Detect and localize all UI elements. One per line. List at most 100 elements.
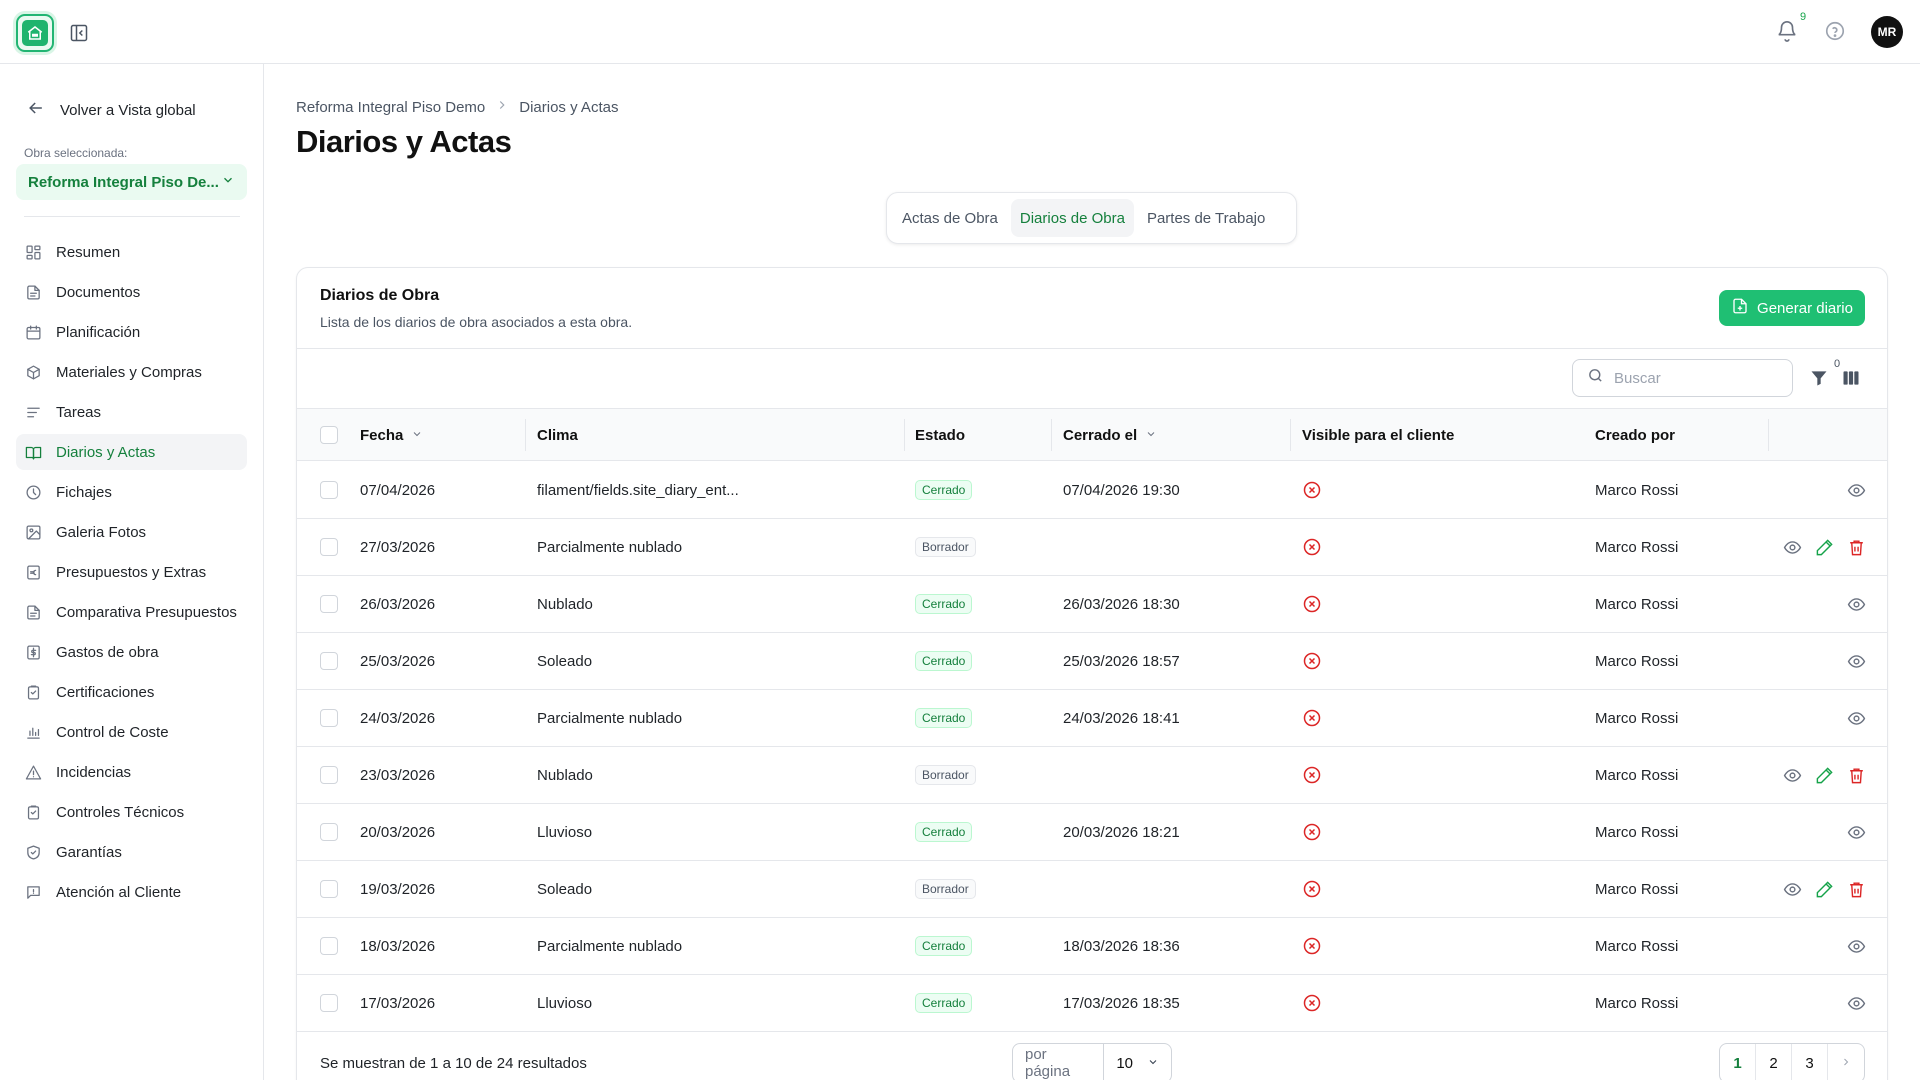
obra-select[interactable]: Reforma Integral Piso De...: [16, 164, 247, 200]
search-input[interactable]: [1614, 369, 1774, 387]
status-badge: Borrador: [915, 879, 976, 899]
sidebar-item-atencion-al-cliente[interactable]: Atención al Cliente: [16, 874, 247, 910]
per-page-select[interactable]: por página 10: [1012, 1043, 1172, 1080]
table-row[interactable]: 25/03/2026 Soleado Cerrado 25/03/2026 18…: [297, 633, 1887, 690]
app-logo[interactable]: [16, 14, 54, 52]
search-field[interactable]: [1572, 359, 1793, 397]
page-1-button[interactable]: 1: [1720, 1044, 1756, 1080]
column-creado-por: Creado por: [1595, 409, 1675, 461]
column-visible-cliente-label: Visible para el cliente: [1302, 426, 1455, 444]
row-checkbox[interactable]: [320, 880, 338, 898]
next-page-button[interactable]: [1828, 1044, 1864, 1080]
row-checkbox[interactable]: [320, 481, 338, 499]
chevron-right-icon: [1840, 1055, 1852, 1072]
trash-icon[interactable]: [1845, 878, 1867, 900]
cell-clima: Soleado: [537, 880, 593, 898]
table-row[interactable]: 07/04/2026 filament/fields.site_diary_en…: [297, 462, 1887, 519]
columns-icon[interactable]: [1841, 368, 1861, 388]
sidebar-item-presupuestos-y-extras[interactable]: Presupuestos y Extras: [16, 554, 247, 590]
cell-estado: Borrador: [915, 747, 976, 803]
table-row[interactable]: 27/03/2026 Parcialmente nublado Borrador…: [297, 519, 1887, 576]
sidebar-item-controles-tecnicos[interactable]: Controles Técnicos: [16, 794, 247, 830]
sidebar-item-documentos[interactable]: Documentos: [16, 274, 247, 310]
filter-icon[interactable]: [1809, 368, 1829, 388]
table-row[interactable]: 18/03/2026 Parcialmente nublado Cerrado …: [297, 918, 1887, 975]
row-select-cell: [320, 918, 338, 974]
eye-icon[interactable]: [1845, 593, 1867, 615]
back-to-global-link[interactable]: Volver a Vista global: [26, 98, 196, 122]
trash-icon[interactable]: [1845, 764, 1867, 786]
table-row[interactable]: 17/03/2026 Lluvioso Cerrado 17/03/2026 1…: [297, 975, 1887, 1032]
avatar[interactable]: MR: [1871, 16, 1903, 48]
tab-partes-de-trabajo[interactable]: Partes de Trabajo: [1138, 199, 1274, 237]
tab-diarios-de-obra[interactable]: Diarios de Obra: [1010, 199, 1134, 237]
eye-icon[interactable]: [1845, 707, 1867, 729]
sidebar-item-garantias[interactable]: Garantías: [16, 834, 247, 870]
search-icon: [1587, 367, 1604, 389]
sidebar-item-label: Documentos: [56, 283, 141, 301]
trash-icon[interactable]: [1845, 536, 1867, 558]
sidebar-item-diarios-y-actas[interactable]: Diarios y Actas: [16, 434, 247, 470]
per-page-value[interactable]: 10: [1104, 1055, 1171, 1072]
column-creado-por-label: Creado por: [1595, 426, 1676, 444]
row-checkbox[interactable]: [320, 538, 338, 556]
row-checkbox[interactable]: [320, 652, 338, 670]
row-select-cell: [320, 519, 338, 575]
sidebar-item-comparativa-presupuestos[interactable]: Comparativa Presupuestos: [16, 594, 247, 630]
page-2-button[interactable]: 2: [1756, 1044, 1792, 1080]
sidebar-item-fichajes[interactable]: Fichajes: [16, 474, 247, 510]
sidebar-collapse-icon[interactable]: [68, 22, 90, 44]
sidebar-item-planificacion[interactable]: Planificación: [16, 314, 247, 350]
sidebar-item-tareas[interactable]: Tareas: [16, 394, 247, 430]
eye-icon[interactable]: [1845, 479, 1867, 501]
sidebar-item-incidencias[interactable]: Incidencias: [16, 754, 247, 790]
eye-icon[interactable]: [1781, 878, 1803, 900]
table-row[interactable]: 19/03/2026 Soleado Borrador Marco Rossi: [297, 861, 1887, 918]
row-checkbox[interactable]: [320, 823, 338, 841]
cell-creado-por: Marco Rossi: [1595, 994, 1679, 1012]
row-checkbox[interactable]: [320, 994, 338, 1012]
cell-creado-por: Marco Rossi: [1595, 481, 1679, 499]
table-row[interactable]: 20/03/2026 Lluvioso Cerrado 20/03/2026 1…: [297, 804, 1887, 861]
sidebar-item-gastos-de-obra[interactable]: Gastos de obra: [16, 634, 247, 670]
cell-fecha: 20/03/2026: [360, 823, 436, 841]
row-checkbox[interactable]: [320, 766, 338, 784]
pencil-icon[interactable]: [1813, 764, 1835, 786]
page-3-button[interactable]: 3: [1792, 1044, 1828, 1080]
select-all-checkbox[interactable]: [320, 426, 338, 444]
sidebar-item-galeria-fotos[interactable]: Galeria Fotos: [16, 514, 247, 550]
eye-icon[interactable]: [1845, 992, 1867, 1014]
cell-clima: Parcialmente nublado: [537, 709, 683, 727]
eye-icon[interactable]: [1845, 935, 1867, 957]
cell-clima: Parcialmente nublado: [537, 538, 683, 556]
column-fecha[interactable]: Fecha: [360, 409, 423, 461]
x-circle-icon: [1302, 480, 1322, 500]
help-circle-icon[interactable]: [1824, 20, 1848, 44]
sidebar-item-resumen[interactable]: Resumen: [16, 234, 247, 270]
row-checkbox[interactable]: [320, 595, 338, 613]
tab-actas-de-obra[interactable]: Actas de Obra: [893, 199, 1007, 237]
row-checkbox[interactable]: [320, 937, 338, 955]
row-checkbox[interactable]: [320, 709, 338, 727]
eye-icon[interactable]: [1845, 821, 1867, 843]
table-row[interactable]: 26/03/2026 Nublado Cerrado 26/03/2026 18…: [297, 576, 1887, 633]
table-row[interactable]: 23/03/2026 Nublado Borrador Marco Rossi: [297, 747, 1887, 804]
filter-count: 0: [1834, 358, 1841, 370]
column-cerrado-el[interactable]: Cerrado el: [1063, 409, 1157, 461]
generate-diary-button[interactable]: Generar diario: [1719, 290, 1865, 326]
pencil-icon[interactable]: [1813, 536, 1835, 558]
cell-fecha: 27/03/2026: [360, 538, 436, 556]
eye-icon[interactable]: [1781, 536, 1803, 558]
sidebar-item-certificaciones[interactable]: Certificaciones: [16, 674, 247, 710]
cell-estado: Cerrado: [915, 975, 973, 1031]
eye-icon[interactable]: [1781, 764, 1803, 786]
pencil-icon[interactable]: [1813, 878, 1835, 900]
breadcrumb-item-obra[interactable]: Reforma Integral Piso Demo: [296, 99, 485, 116]
row-select-cell: [320, 462, 338, 518]
eye-icon[interactable]: [1845, 650, 1867, 672]
sidebar-item-materiales-y-compras[interactable]: Materiales y Compras: [16, 354, 247, 390]
box-icon: [25, 364, 42, 381]
sidebar-item-control-de-coste[interactable]: Control de Coste: [16, 714, 247, 750]
bell-icon[interactable]: [1776, 20, 1800, 44]
table-row[interactable]: 24/03/2026 Parcialmente nublado Cerrado …: [297, 690, 1887, 747]
